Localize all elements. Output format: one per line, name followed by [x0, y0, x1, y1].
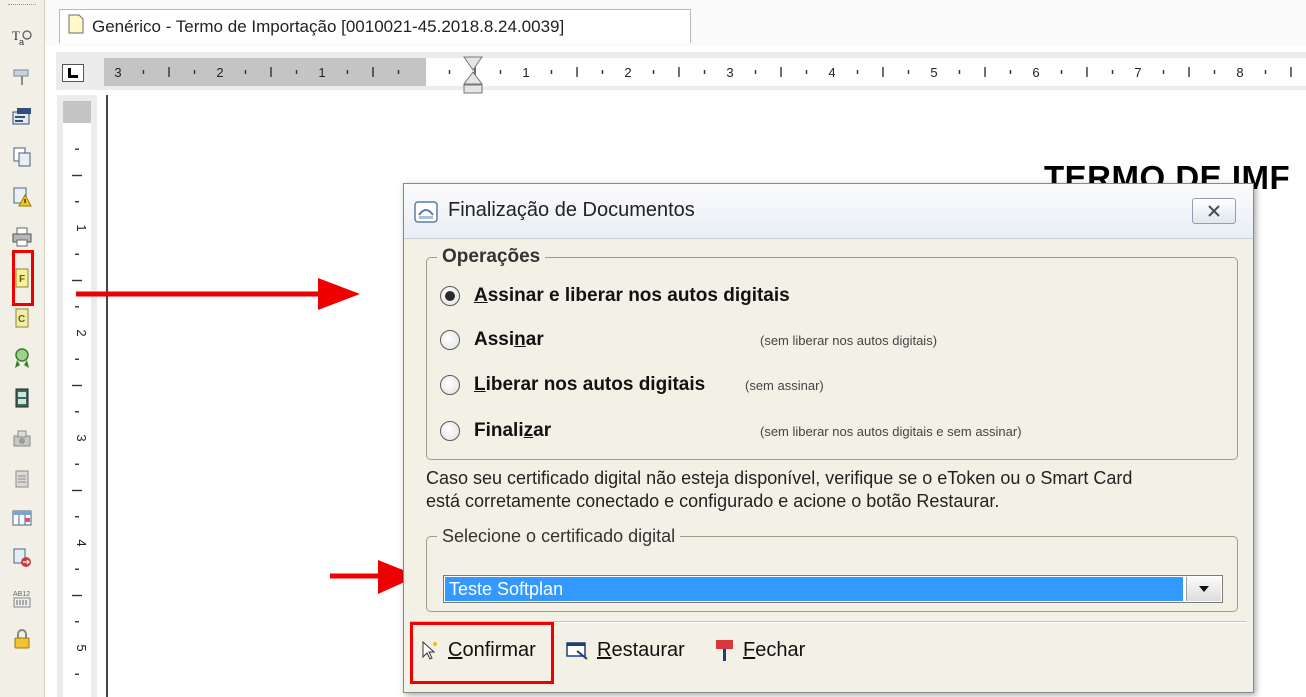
svg-text:C: C	[18, 314, 25, 325]
document-tab-title: Genérico - Termo de Importação [0010021-…	[92, 16, 565, 36]
restore-window-icon	[565, 639, 589, 661]
ruler-ticks: 3 2 1 1 2 3 4 5 6 7 8	[114, 65, 1292, 80]
horizontal-ruler: 3 2 1 1 2 3 4 5 6 7 8	[56, 52, 1306, 94]
certificate-info-text: Caso seu certificado digital não esteja …	[426, 467, 1246, 513]
radio-finalize[interactable]	[440, 421, 460, 441]
vertical-ruler-label: 5	[74, 644, 89, 651]
tab-stop-selector[interactable]	[62, 64, 84, 82]
close-icon	[1208, 205, 1220, 217]
vertical-ruler-label: 4	[74, 539, 89, 546]
option-hint: (sem assinar)	[745, 378, 824, 393]
document-tab[interactable]: Genérico - Termo de Importação [0010021-…	[59, 9, 691, 43]
form-icon[interactable]	[9, 104, 35, 130]
vertical-ruler-label: 2	[74, 329, 89, 336]
lock-icon[interactable]	[9, 626, 35, 652]
confirm-button-highlight	[410, 622, 554, 684]
dialog-titlebar[interactable]: Finalização de Documentos	[404, 184, 1253, 239]
print-icon[interactable]	[9, 224, 35, 250]
table-icon[interactable]	[9, 505, 35, 531]
restore-button[interactable]: Restaurar	[565, 632, 685, 668]
radio-sign-and-release[interactable]	[440, 286, 460, 306]
ruler-label: 3	[726, 65, 733, 80]
film-icon[interactable]	[9, 385, 35, 411]
radio-release[interactable]	[440, 375, 460, 395]
option-sign-and-release[interactable]: Assinar e liberar nos autos digitais	[440, 281, 790, 311]
ruler-label: 6	[1032, 65, 1039, 80]
text-format-icon[interactable]: Ta	[9, 24, 35, 50]
ruler-label: 7	[1134, 65, 1141, 80]
info-line-1: Caso seu certificado digital não esteja …	[426, 468, 1133, 488]
vertical-ruler-ticks: 1 2 3 4 5	[72, 148, 89, 675]
ruler-bar[interactable]: 3 2 1 1 2 3 4 5 6 7 8	[104, 56, 1306, 94]
document-tab-icon	[68, 14, 84, 39]
close-label: Fechar	[743, 638, 806, 661]
annotation-arrow-top	[76, 278, 360, 310]
dialog-title: Finalização de Documentos	[448, 199, 695, 221]
vertical-ruler-label: 1	[74, 224, 89, 231]
dialog-app-icon	[414, 200, 438, 229]
ruler-label: 1	[318, 65, 325, 80]
svg-text:AB12: AB12	[13, 591, 30, 598]
option-hint: (sem liberar nos autos digitais e sem as…	[760, 424, 1022, 439]
option-label: Liberar nos autos digitais	[474, 374, 706, 395]
certificate-legend: Selecione o certificado digital	[442, 526, 676, 546]
finalization-dialog: Finalização de Documentos Operações Assi…	[403, 183, 1254, 693]
certificate-group: Selecione o certificado digital Teste So…	[426, 526, 1238, 612]
ruler-label: 2	[216, 65, 223, 80]
exit-sign-icon	[713, 638, 735, 662]
barcode-print-icon[interactable]: AB12	[9, 585, 35, 611]
ruler-label: 4	[828, 65, 835, 80]
option-hint: (sem liberar nos autos digitais)	[760, 333, 938, 348]
option-sign[interactable]: Assinar	[440, 325, 544, 355]
certificate-ribbon-icon[interactable]	[9, 345, 35, 371]
ruler-label: 2	[624, 65, 631, 80]
operations-legend: Operações	[442, 246, 541, 267]
vertical-ruler: 1 2 3 4 5	[57, 95, 97, 697]
tab-strip: Genérico - Termo de Importação [0010021-…	[45, 0, 1306, 46]
chevron-down-icon	[1199, 586, 1209, 592]
option-label: Finalizar	[474, 420, 552, 441]
ruler-label: 1	[522, 65, 529, 80]
indent-marker[interactable]	[462, 56, 484, 94]
option-finalize[interactable]: Finalizar	[440, 416, 551, 446]
option-label: Assinar e liberar nos autos digitais	[474, 285, 790, 306]
warning-doc-icon[interactable]	[9, 184, 35, 210]
finalize-icon-highlight	[12, 250, 34, 306]
svg-text:a: a	[19, 37, 24, 47]
certificate-select[interactable]: Teste Softplan	[443, 575, 1223, 603]
toolbar-grip[interactable]	[8, 4, 36, 7]
dropdown-button[interactable]	[1186, 577, 1221, 601]
ruler-label: 3	[114, 65, 121, 80]
ruler-label: 8	[1236, 65, 1243, 80]
close-button[interactable]: Fechar	[713, 632, 805, 668]
convert-icon[interactable]	[9, 545, 35, 571]
radio-sign[interactable]	[440, 330, 460, 350]
vertical-ruler-bar[interactable]: 1 2 3 4 5	[63, 101, 91, 697]
certificate-selected-value: Teste Softplan	[445, 577, 1183, 601]
dialog-close-button[interactable]	[1192, 198, 1236, 224]
left-toolbar: Ta F C AB12	[0, 0, 45, 697]
ruler-label: 5	[930, 65, 937, 80]
option-label: Assinar	[474, 329, 544, 350]
info-line-2: está corretamente conectado e configurad…	[426, 491, 1000, 511]
copy-page-icon[interactable]	[9, 144, 35, 170]
gray-tool-icon[interactable]	[9, 425, 35, 451]
page-edge	[106, 95, 108, 697]
restore-label: Restaurar	[597, 638, 685, 661]
c-doc-icon[interactable]: C	[9, 305, 35, 331]
gray-doc-icon[interactable]	[9, 465, 35, 491]
paint-icon[interactable]	[9, 64, 35, 90]
vertical-ruler-label: 3	[74, 434, 89, 441]
option-release[interactable]: Liberar nos autos digitais	[440, 370, 705, 400]
